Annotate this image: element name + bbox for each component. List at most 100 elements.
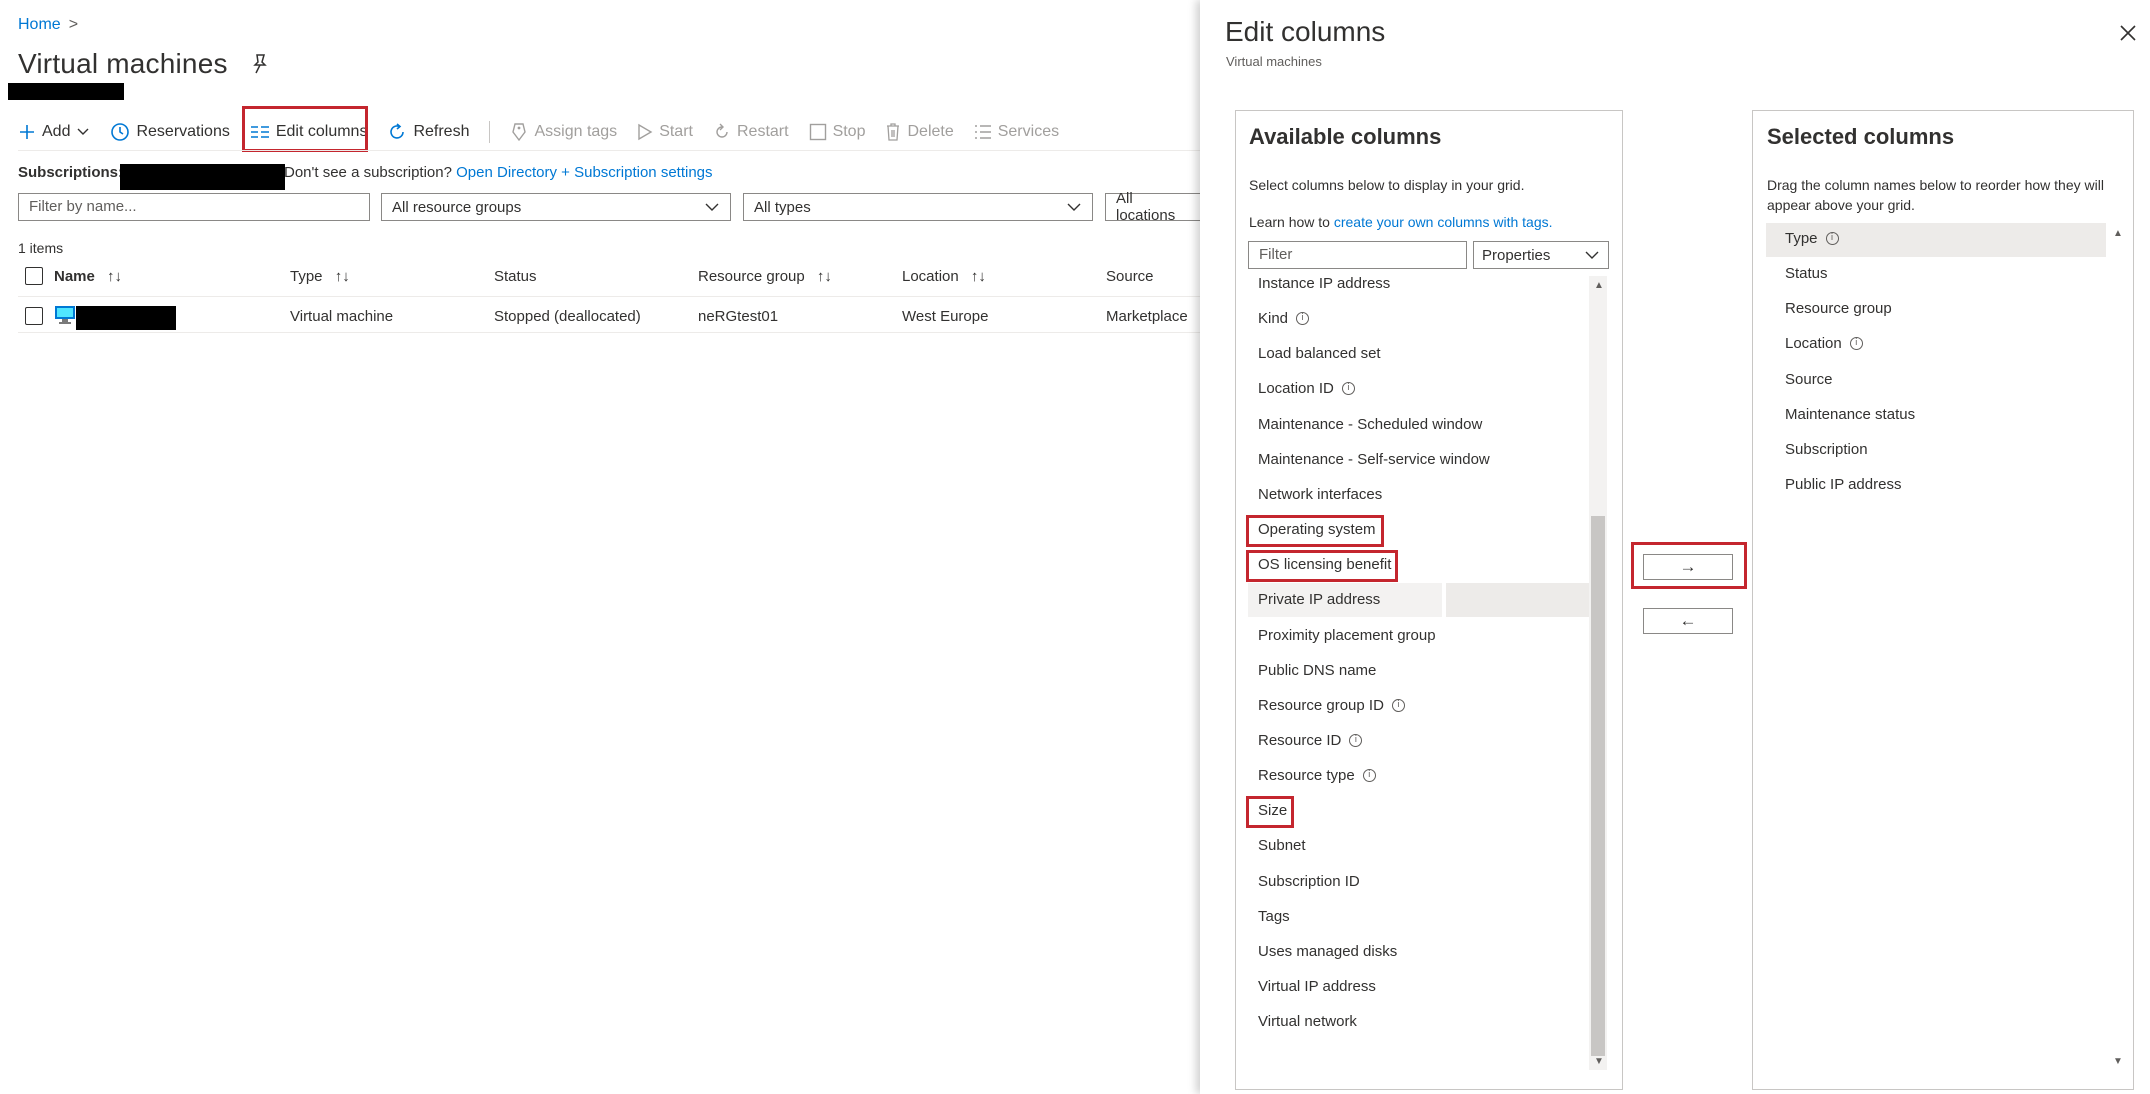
available-column-item[interactable]: Maintenance - Self-service window (1258, 451, 1490, 468)
stop-label: Stop (832, 123, 866, 140)
available-column-item[interactable]: Tags (1258, 908, 1290, 925)
available-column-item[interactable]: Resource group ID i (1258, 697, 1405, 714)
available-columns-title: Available columns (1249, 124, 1442, 149)
stop-button[interactable]: Stop (809, 123, 866, 141)
remove-column-button[interactable]: ← (1643, 608, 1733, 634)
info-icon[interactable]: i (1849, 337, 1863, 351)
refresh-icon (390, 123, 405, 139)
available-column-item[interactable]: Network interfaces (1258, 486, 1382, 503)
available-column-item[interactable]: Private IP address (1258, 591, 1380, 608)
available-column-item[interactable]: Subscription ID (1258, 873, 1360, 890)
selected-column-item[interactable]: Status (1785, 265, 1828, 282)
reservations-button[interactable]: Reservations (110, 122, 230, 142)
available-column-item[interactable]: Virtual network (1258, 1013, 1357, 1030)
column-header-location[interactable]: Location ↑↓ (902, 268, 986, 285)
edit-columns-highlight (242, 106, 368, 152)
refresh-button[interactable]: Refresh (387, 122, 469, 142)
filter-by-name-input[interactable]: Filter by name... (18, 193, 370, 221)
page-title: Virtual machines (18, 48, 228, 79)
column-header-status[interactable]: Status (494, 268, 537, 285)
subscriptions-row: Subscriptions: (18, 164, 123, 181)
locations-dropdown[interactable]: All locations (1105, 190, 1200, 224)
column-filter-input[interactable]: Filter (1248, 241, 1467, 269)
available-column-item[interactable]: Public DNS name (1258, 662, 1376, 679)
available-column-item-label: Kind (1258, 310, 1289, 328)
vm-status-cell: Stopped (deallocated) (494, 308, 641, 325)
selected-column-item[interactable]: Type i (1785, 230, 1839, 247)
info-icon[interactable]: i (1296, 312, 1310, 326)
available-column-item[interactable]: Instance IP address (1258, 275, 1390, 292)
column-header-label: Resource group (698, 268, 805, 285)
services-button[interactable]: Services (974, 123, 1059, 141)
available-column-item[interactable]: Maintenance - Scheduled window (1258, 416, 1482, 433)
learn-line: Learn how to create your own columns wit… (1249, 212, 1553, 232)
create-columns-link[interactable]: create your own columns with tags. (1334, 214, 1553, 230)
close-icon[interactable] (2117, 22, 2139, 44)
chevron-down-icon (1585, 251, 1599, 259)
info-icon[interactable]: i (1341, 382, 1355, 396)
scroll-down-icon[interactable]: ▼ (2113, 1056, 2123, 1067)
column-header-resource-group[interactable]: Resource group ↑↓ (698, 268, 832, 285)
properties-dropdown[interactable]: Properties (1473, 241, 1609, 269)
available-column-item[interactable]: Virtual IP address (1258, 978, 1376, 995)
select-all-checkbox[interactable] (25, 267, 43, 285)
services-label: Services (997, 123, 1060, 140)
selected-columns-box (1752, 110, 2134, 1090)
available-column-item[interactable]: Resource type i (1258, 767, 1376, 784)
restart-button[interactable]: Restart (713, 123, 789, 141)
available-column-item-label: Public DNS name (1258, 661, 1377, 679)
breadcrumb-home-link[interactable]: Home (18, 16, 61, 33)
selected-column-item[interactable]: Maintenance status (1785, 406, 1915, 423)
available-column-item[interactable]: Subnet (1258, 837, 1306, 854)
row-checkbox[interactable] (25, 307, 43, 325)
clock-icon (111, 123, 130, 141)
column-header-label: Location (902, 268, 959, 285)
learn-prefix: Learn how to (1249, 214, 1334, 230)
pin-icon[interactable] (250, 52, 270, 76)
subscription-hint: Don't see a subscription? Open Directory… (284, 164, 713, 181)
size-highlight (1246, 796, 1294, 828)
info-icon[interactable]: i (1391, 698, 1405, 712)
vm-location-cell: West Europe (902, 308, 989, 325)
start-label: Start (659, 123, 693, 140)
available-column-item-label: Load balanced set (1258, 345, 1381, 363)
column-header-type[interactable]: Type ↑↓ (290, 268, 350, 285)
selected-column-item-label: Source (1785, 370, 1833, 388)
info-icon[interactable]: i (1362, 769, 1376, 783)
available-column-item[interactable]: Resource ID i (1258, 732, 1363, 749)
play-icon (638, 123, 653, 141)
selected-column-item[interactable]: Subscription (1785, 441, 1868, 458)
delete-button[interactable]: Delete (885, 122, 954, 142)
subscriptions-label: Subscriptions: (18, 164, 124, 181)
resource-groups-dropdown[interactable]: All resource groups (381, 193, 731, 221)
available-column-item[interactable]: Proximity placement group (1258, 627, 1436, 644)
scroll-up-icon[interactable]: ▲ (2113, 228, 2123, 239)
available-column-item[interactable]: Load balanced set (1258, 345, 1381, 362)
list-item-hover-bg (1446, 583, 1589, 617)
available-scrollbar-thumb[interactable] (1591, 516, 1605, 1056)
selected-column-item[interactable]: Location i (1785, 335, 1863, 352)
types-dropdown[interactable]: All types (743, 193, 1093, 221)
info-icon[interactable]: i (1349, 733, 1363, 747)
column-header-source[interactable]: Source (1106, 268, 1154, 285)
available-column-item-label: Virtual IP address (1258, 978, 1376, 995)
add-button[interactable]: Add (18, 123, 90, 141)
selected-column-item[interactable]: Resource group (1785, 300, 1892, 317)
toolbar-divider (489, 121, 491, 143)
assign-tags-button[interactable]: Assign tags (510, 122, 617, 142)
scroll-down-icon[interactable]: ▼ (1594, 1056, 1604, 1067)
selected-column-item[interactable]: Public IP address (1785, 476, 1901, 493)
chevron-down-icon (1067, 203, 1081, 211)
available-column-item[interactable]: Uses managed disks (1258, 943, 1397, 960)
selected-column-item-label: Resource group (1785, 300, 1892, 318)
info-icon[interactable]: i (1825, 232, 1839, 245)
selected-column-item[interactable]: Source (1785, 371, 1833, 388)
locations-value: All locations (1116, 190, 1176, 224)
available-column-item[interactable]: Location ID i (1258, 380, 1355, 397)
subscription-settings-link[interactable]: Open Directory + Subscription settings (456, 164, 712, 181)
start-button[interactable]: Start (637, 123, 693, 141)
scroll-up-icon[interactable]: ▲ (1594, 280, 1604, 291)
available-column-item[interactable]: Kind i (1258, 310, 1310, 328)
column-header-name[interactable]: Name ↑↓ (54, 268, 122, 285)
vm-resource-group-link[interactable]: neRGtest01 (698, 308, 778, 325)
